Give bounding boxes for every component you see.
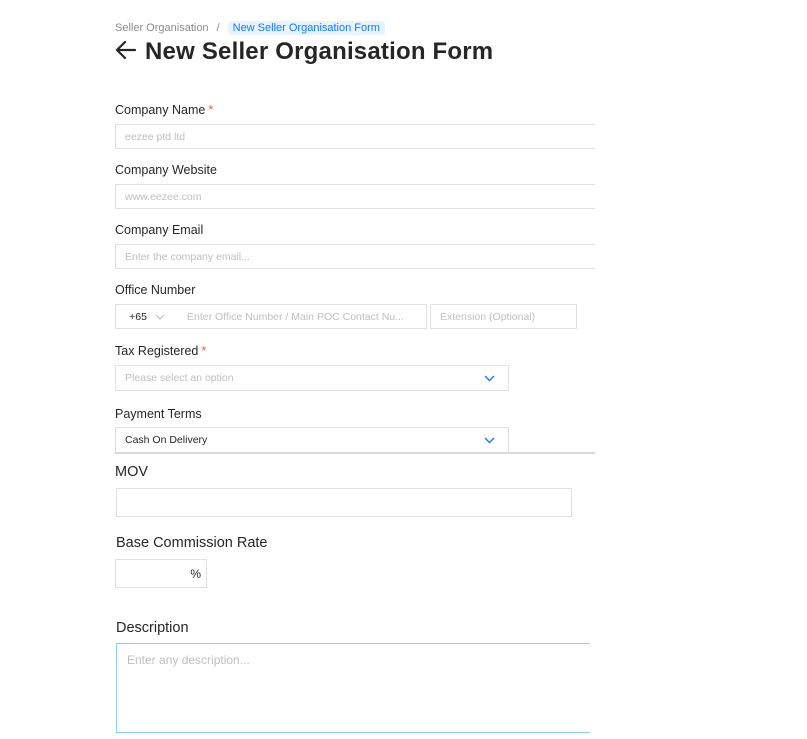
company-name-label: Company Name * (115, 103, 213, 117)
country-code-value: +65 (129, 310, 147, 323)
company-website-placeholder: www.eezee.com (125, 190, 202, 203)
extension-placeholder: Extension (Optional) (440, 310, 536, 323)
base-commission-rate-input[interactable]: % (115, 559, 207, 588)
tax-registered-label: Tax Registered * (115, 344, 206, 358)
tax-registered-label-text: Tax Registered (115, 344, 199, 358)
office-number-input[interactable]: Enter Office Number / Main POC Contact N… (178, 304, 427, 329)
percent-suffix: % (190, 566, 201, 581)
breadcrumb-current: New Seller Organisation Form (227, 21, 385, 35)
page-title: New Seller Organisation Form (145, 38, 494, 65)
chevron-down-icon (479, 371, 499, 385)
office-number-label: Office Number (115, 283, 196, 297)
company-name-input[interactable]: eezee ptd ltd (115, 124, 595, 149)
company-email-input[interactable]: Enter the company email... (115, 244, 595, 269)
company-website-label: Company Website (115, 163, 217, 177)
breadcrumb: Seller Organisation / New Seller Organis… (115, 21, 385, 35)
payment-terms-select[interactable]: Cash On Delivery (115, 427, 509, 453)
description-label: Description (116, 620, 189, 636)
description-placeholder: Enter any description... (127, 653, 250, 667)
description-textarea[interactable]: Enter any description... (116, 643, 590, 733)
tax-registered-placeholder: Please select an option (125, 372, 234, 384)
required-mark: * (208, 103, 214, 117)
company-email-placeholder: Enter the company email... (125, 250, 250, 263)
breadcrumb-parent-link[interactable]: Seller Organisation (115, 22, 209, 34)
office-number-placeholder: Enter Office Number / Main POC Contact N… (187, 310, 404, 323)
section-divider (115, 452, 595, 454)
arrow-left-icon[interactable] (115, 40, 137, 65)
chevron-down-icon (155, 314, 165, 320)
chevron-down-icon (479, 433, 499, 447)
company-website-input[interactable]: www.eezee.com (115, 184, 595, 209)
page-header: New Seller Organisation Form (115, 38, 493, 66)
company-name-placeholder: eezee ptd ltd (125, 130, 186, 143)
base-commission-rate-label: Base Commission Rate (116, 535, 268, 551)
tax-registered-select[interactable]: Please select an option (115, 365, 509, 391)
breadcrumb-separator: / (216, 22, 220, 34)
mov-label: MOV (115, 464, 149, 480)
extension-input[interactable]: Extension (Optional) (430, 304, 577, 329)
company-email-label: Company Email (115, 223, 204, 237)
mov-input[interactable] (116, 488, 572, 517)
payment-terms-label: Payment Terms (115, 407, 202, 421)
required-mark: * (201, 344, 207, 358)
company-name-label-text: Company Name (115, 103, 206, 117)
country-code-select[interactable]: +65 (115, 304, 179, 329)
payment-terms-value: Cash On Delivery (125, 434, 208, 446)
